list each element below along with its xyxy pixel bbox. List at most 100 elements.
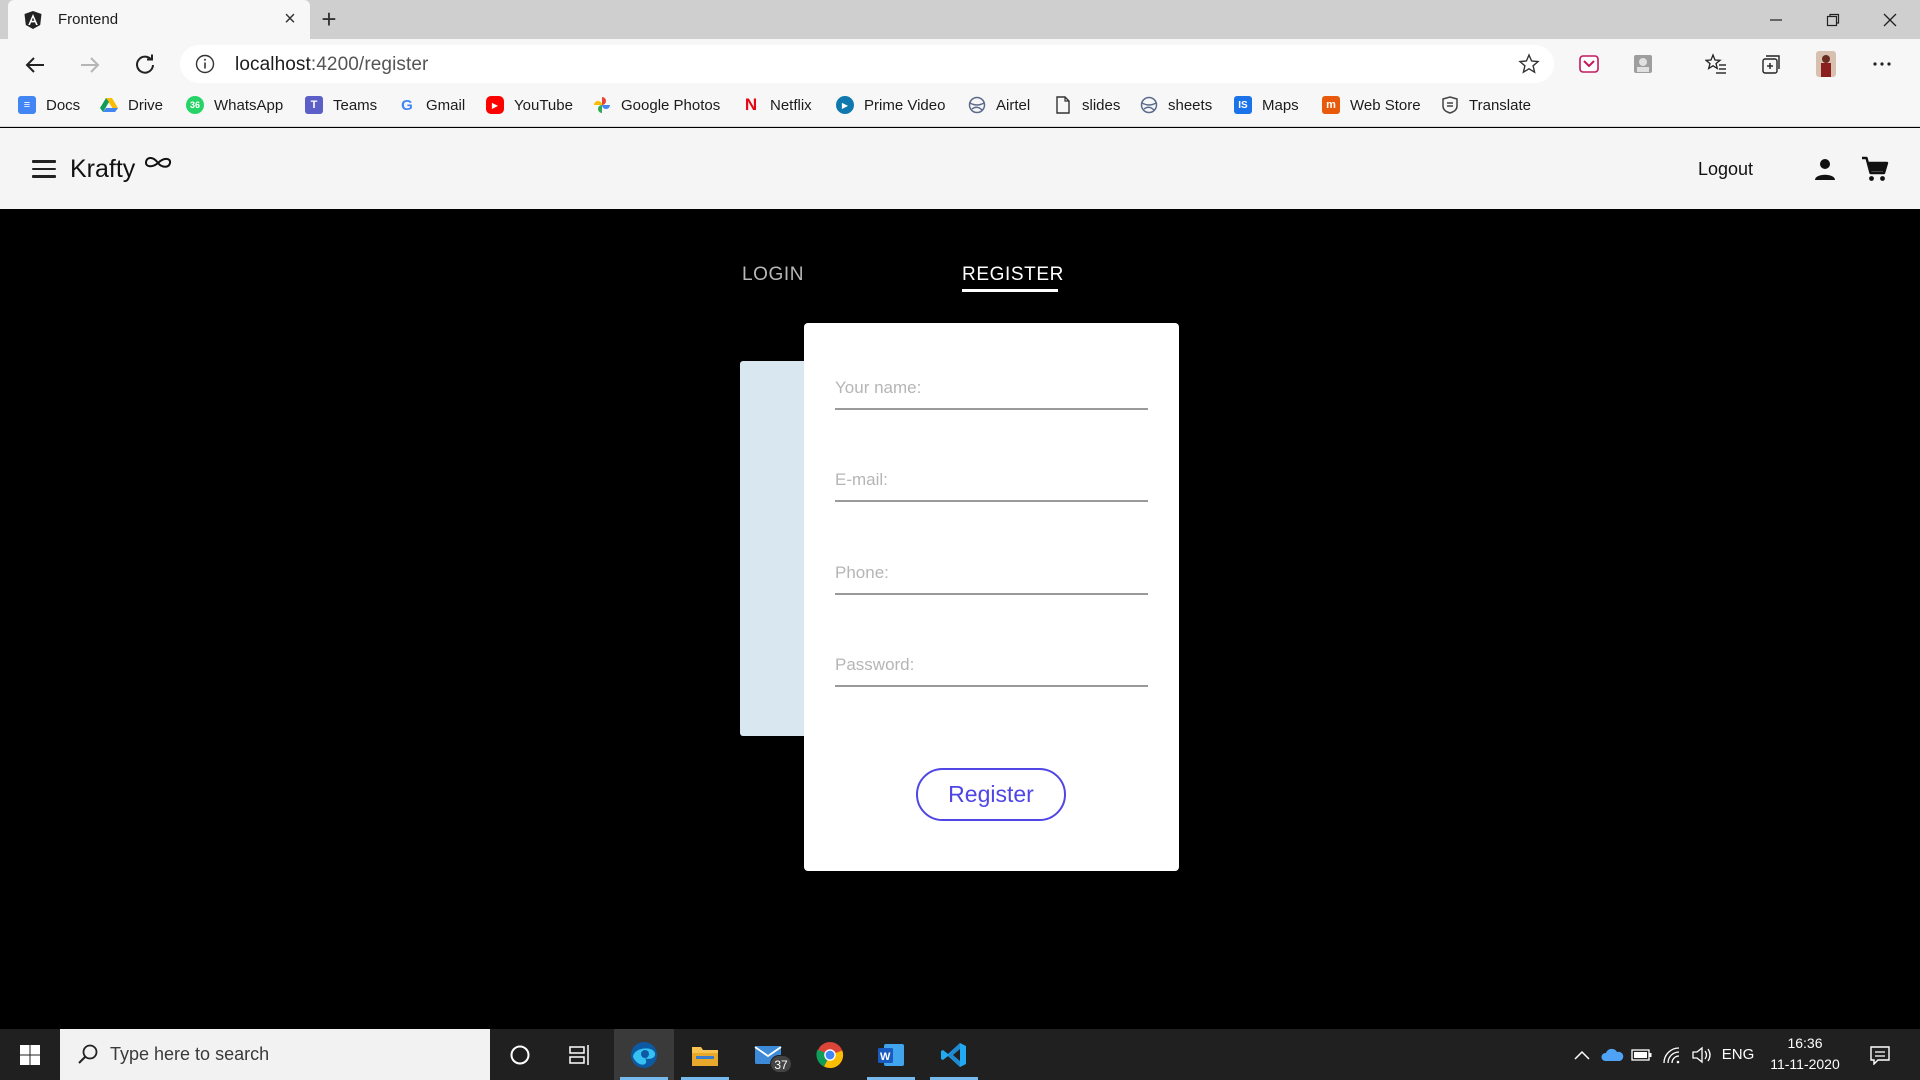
active-tab-indicator: [962, 289, 1058, 292]
bookmark-slides[interactable]: slides: [1054, 89, 1120, 121]
whatsapp-icon: 36: [186, 96, 204, 114]
netflix-icon: N: [744, 95, 758, 114]
tab-login[interactable]: LOGIN: [742, 264, 804, 286]
bookmark-maps[interactable]: IS Maps: [1234, 89, 1299, 121]
register-form: Register: [804, 323, 1179, 871]
bookmark-gmail[interactable]: G Gmail: [398, 89, 465, 121]
bookmark-label: Google Photos: [621, 96, 721, 114]
forward-icon[interactable]: [72, 47, 108, 83]
bookmark-label: Drive: [128, 96, 164, 114]
profile-avatar-icon[interactable]: [1813, 51, 1839, 77]
file-explorer-icon[interactable]: [675, 1029, 735, 1080]
bookmark-drive[interactable]: Drive: [100, 89, 163, 121]
search-icon: [78, 1044, 98, 1064]
bookmark-docs[interactable]: ≡ Docs: [18, 89, 80, 121]
svg-text:W: W: [880, 1051, 891, 1063]
chrome-icon[interactable]: [800, 1029, 860, 1080]
notifications-icon[interactable]: [1862, 1029, 1898, 1080]
volume-icon[interactable]: [1688, 1029, 1716, 1080]
tab-title: Frontend: [58, 11, 119, 28]
bookmark-youtube[interactable]: ▶ YouTube: [486, 89, 573, 121]
bookmark-airtel[interactable]: Airtel: [968, 89, 1030, 121]
name-input[interactable]: [835, 378, 1148, 398]
restore-icon[interactable]: [1805, 0, 1861, 39]
app-header: Krafty Logout: [0, 128, 1920, 209]
site-info-icon[interactable]: [194, 53, 216, 75]
globe-icon: [968, 96, 986, 114]
password-input[interactable]: [835, 655, 1148, 675]
more-options-icon[interactable]: [1869, 51, 1895, 77]
browser-toolbar: localhost:4200/register: [0, 39, 1920, 89]
drive-icon: [100, 96, 118, 114]
bookmark-prime-video[interactable]: ▶ Prime Video: [836, 89, 945, 121]
url-path: :4200/register: [310, 54, 429, 75]
bookmark-sheets[interactable]: sheets: [1140, 89, 1212, 121]
pocket-icon[interactable]: [1576, 51, 1602, 77]
show-hidden-icons-icon[interactable]: [1570, 1029, 1594, 1080]
bookmark-netflix[interactable]: N Netflix: [742, 89, 812, 121]
edge-browser-icon[interactable]: [614, 1029, 674, 1080]
bookmark-label: Maps: [1262, 96, 1299, 114]
bookmark-google-photos[interactable]: Google Photos: [593, 89, 720, 121]
phone-input[interactable]: [835, 563, 1148, 583]
main-content: LOGIN REGISTER Register: [0, 209, 1920, 1029]
refresh-icon[interactable]: [127, 47, 163, 83]
favorite-star-icon[interactable]: [1518, 53, 1540, 75]
tab-register[interactable]: REGISTER: [962, 264, 1064, 286]
register-button[interactable]: Register: [916, 768, 1066, 821]
word-icon[interactable]: W: [861, 1029, 921, 1080]
hamburger-menu-icon[interactable]: [32, 160, 56, 178]
collections-icon[interactable]: [1758, 51, 1784, 77]
bookmark-label: Prime Video: [864, 96, 946, 114]
logout-link[interactable]: Logout: [1698, 159, 1753, 180]
bookmark-label: sheets: [1168, 96, 1213, 114]
back-icon[interactable]: [17, 47, 53, 83]
new-tab-icon[interactable]: +: [316, 6, 342, 32]
url-host: localhost: [235, 54, 311, 75]
cortana-icon[interactable]: [490, 1029, 550, 1080]
bookmark-label: Gmail: [426, 96, 466, 114]
page-icon: [1054, 96, 1072, 114]
close-tab-icon[interactable]: ×: [280, 9, 300, 29]
person-icon[interactable]: [1813, 157, 1837, 181]
bookmark-label: Docs: [46, 96, 81, 114]
language-indicator[interactable]: ENG: [1718, 1029, 1758, 1080]
bookmark-web-store[interactable]: m Web Store: [1322, 89, 1421, 121]
extension-icon[interactable]: [1630, 51, 1656, 77]
mail-unread-badge: 37: [770, 1055, 792, 1073]
taskbar-search[interactable]: Type here to search: [60, 1029, 490, 1080]
bookmark-whatsapp[interactable]: 36 WhatsApp: [186, 89, 283, 121]
search-placeholder: Type here to search: [110, 1044, 270, 1064]
brand-name[interactable]: Krafty: [70, 155, 135, 184]
close-window-icon[interactable]: [1862, 0, 1918, 39]
onedrive-icon[interactable]: [1598, 1029, 1626, 1080]
minimize-icon[interactable]: [1748, 0, 1804, 39]
bookmark-teams[interactable]: T Teams: [305, 89, 377, 121]
favorites-icon[interactable]: [1703, 51, 1729, 77]
infinity-icon: [145, 157, 172, 168]
task-view-icon[interactable]: [550, 1029, 610, 1080]
wifi-icon[interactable]: [1658, 1029, 1686, 1080]
bookmark-label: Teams: [333, 96, 378, 114]
battery-icon[interactable]: [1628, 1029, 1656, 1080]
windows-taskbar: Type here to search 37 W ENG 16:36 11-11…: [0, 1029, 1920, 1080]
bookmarks-bar: ≡ Docs Drive 36 WhatsApp T Teams G Gmail…: [0, 89, 1920, 127]
system-clock[interactable]: 16:36 11-11-2020: [1760, 1033, 1850, 1075]
browser-tab[interactable]: Frontend ×: [8, 0, 310, 39]
windows-start-icon[interactable]: [0, 1029, 60, 1080]
translate-icon: [1441, 96, 1459, 114]
mail-icon[interactable]: 37: [738, 1029, 798, 1080]
bookmark-label: slides: [1082, 96, 1121, 114]
bookmark-translate[interactable]: Translate: [1441, 89, 1531, 121]
name-field-wrapper: [835, 360, 1148, 410]
photos-icon: [593, 96, 611, 114]
bookmark-label: Netflix: [770, 96, 812, 114]
shopping-cart-icon[interactable]: [1861, 155, 1889, 183]
globe-icon: [1140, 96, 1158, 114]
vscode-icon[interactable]: [924, 1029, 984, 1080]
google-icon: G: [401, 96, 413, 114]
email-field-wrapper: [835, 452, 1148, 502]
email-input[interactable]: [835, 470, 1148, 490]
clock-time: 16:36: [1787, 1035, 1823, 1051]
address-bar[interactable]: localhost:4200/register: [180, 45, 1554, 83]
